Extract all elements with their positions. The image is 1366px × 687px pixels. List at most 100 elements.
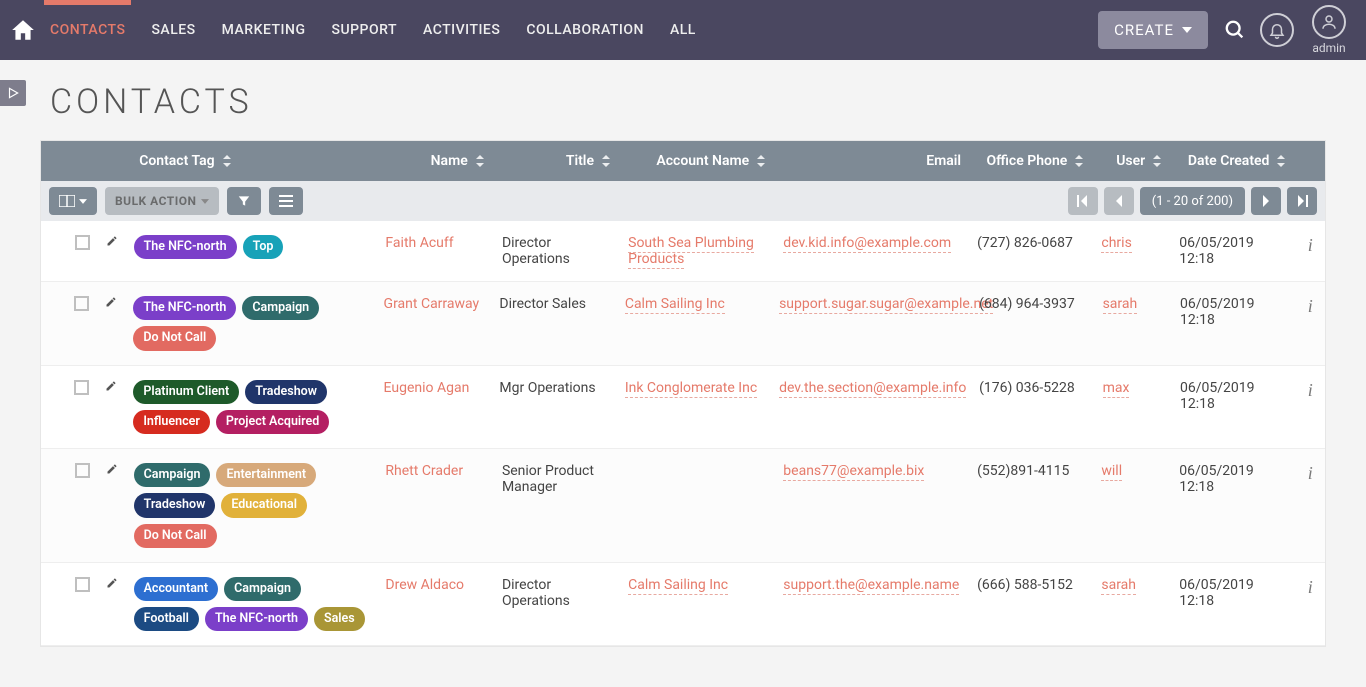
contact-name-link[interactable]: Rhett Crader xyxy=(385,463,463,479)
tag-pill[interactable]: Top xyxy=(243,235,284,259)
account-link[interactable]: South Sea Plumbing Products xyxy=(628,235,754,269)
th-email[interactable]: Email xyxy=(775,153,969,169)
contact-title: Director Operations xyxy=(494,231,620,271)
tag-pill[interactable]: The NFC-north xyxy=(133,296,236,320)
user-link[interactable]: chris xyxy=(1101,235,1131,253)
filter-button[interactable] xyxy=(227,187,261,215)
user-link[interactable]: sarah xyxy=(1103,296,1138,314)
tag-pill[interactable]: Do Not Call xyxy=(133,326,216,350)
nav-item-marketing[interactable]: MARKETING xyxy=(222,22,306,38)
pager-last-button[interactable] xyxy=(1287,187,1317,215)
row-checkbox[interactable] xyxy=(74,296,89,311)
th-title[interactable]: Title xyxy=(494,153,620,169)
nav-item-collaboration[interactable]: COLLABORATION xyxy=(526,22,644,38)
contact-name-link[interactable]: Faith Acuff xyxy=(385,235,453,251)
edit-button[interactable] xyxy=(97,376,125,398)
sort-icon xyxy=(755,155,767,167)
account-link[interactable]: Ink Conglomerate Inc xyxy=(625,380,757,398)
tag-pill[interactable]: Tradeshow xyxy=(134,493,216,517)
pager-prev-button[interactable] xyxy=(1104,187,1134,215)
pencil-icon xyxy=(106,461,118,477)
tag-pill[interactable]: Platinum Client xyxy=(133,380,239,404)
th-account[interactable]: Account Name xyxy=(620,153,775,169)
row-checkbox[interactable] xyxy=(74,380,89,395)
tag-pill[interactable]: Educational xyxy=(221,493,307,517)
tag-pill[interactable]: Project Acquired xyxy=(216,410,329,434)
contact-name-link[interactable]: Drew Aldaco xyxy=(385,577,464,593)
edit-button[interactable] xyxy=(98,231,126,253)
pager-first-button[interactable] xyxy=(1068,187,1098,215)
main-nav: CONTACTS SALES MARKETING SUPPORT ACTIVITIES C… xyxy=(50,22,696,38)
th-name[interactable]: Name xyxy=(377,153,494,169)
table-row: Platinum ClientTradeshow InfluencerProjec… xyxy=(41,366,1325,450)
contact-name-link[interactable]: Grant Carraway xyxy=(384,296,480,312)
tag-pill[interactable]: The NFC-north xyxy=(205,607,308,631)
pager-next-button[interactable] xyxy=(1251,187,1281,215)
email-link[interactable]: support.sugar.sugar@example.net xyxy=(779,296,993,314)
row-checkbox[interactable] xyxy=(75,577,90,592)
user-avatar-icon[interactable] xyxy=(1312,5,1346,39)
tag-pill[interactable]: Entertainment xyxy=(216,463,316,487)
table-header: Contact Tag Name Title Account Name Emai… xyxy=(41,141,1325,181)
nav-item-activities[interactable]: ACTIVITIES xyxy=(423,22,500,38)
table-row: AccountantCampaign FootballThe NFC-northS… xyxy=(41,563,1325,647)
search-icon[interactable] xyxy=(1224,19,1246,41)
tag-pill[interactable]: Tradeshow xyxy=(245,380,327,404)
th-date[interactable]: Date Created xyxy=(1171,153,1295,169)
tag-pill[interactable]: Sales xyxy=(314,607,365,631)
tag-pill[interactable]: Campaign xyxy=(224,577,301,601)
select-columns-button[interactable] xyxy=(49,187,97,215)
sort-icon xyxy=(1073,155,1085,167)
user-link[interactable]: will xyxy=(1101,463,1122,481)
tag-pill[interactable]: Influencer xyxy=(133,410,210,434)
tag-pill[interactable]: Campaign xyxy=(134,463,211,487)
date-value: 06/05/2019 12:18 xyxy=(1172,376,1296,416)
email-link[interactable]: support.the@example.name xyxy=(783,577,959,595)
nav-item-contacts[interactable]: CONTACTS xyxy=(50,22,125,38)
contact-title: Director Sales xyxy=(491,292,616,316)
contact-name-link[interactable]: Eugenio Agan xyxy=(384,380,470,396)
bulk-action-button[interactable]: BULK ACTION xyxy=(105,187,219,215)
prev-icon xyxy=(1114,195,1124,207)
side-toggle[interactable] xyxy=(0,80,26,106)
edit-button[interactable] xyxy=(98,573,126,595)
info-icon[interactable]: i xyxy=(1308,380,1313,401)
last-icon xyxy=(1296,195,1308,207)
email-link[interactable]: dev.kid.info@example.com xyxy=(783,235,951,253)
email-link[interactable]: beans77@example.bix xyxy=(783,463,924,481)
home-icon[interactable] xyxy=(10,17,50,43)
edit-button[interactable] xyxy=(98,459,126,481)
tag-pill[interactable]: Football xyxy=(134,607,199,631)
info-icon[interactable]: i xyxy=(1308,577,1313,598)
info-icon[interactable]: i xyxy=(1308,463,1313,484)
list-view-button[interactable] xyxy=(269,187,303,215)
th-contact-tag[interactable]: Contact Tag xyxy=(125,153,377,169)
pencil-icon xyxy=(105,378,117,394)
row-checkbox[interactable] xyxy=(75,235,90,250)
table-row: The NFC-northCampaign Do Not Call Grant Ca… xyxy=(41,282,1325,366)
pager-range: (1 - 20 of 200) xyxy=(1140,187,1245,215)
edit-button[interactable] xyxy=(97,292,125,314)
phone-value: (684) 964-3937 xyxy=(971,292,1095,316)
nav-item-sales[interactable]: SALES xyxy=(151,22,195,38)
row-checkbox[interactable] xyxy=(75,463,90,478)
info-icon[interactable]: i xyxy=(1308,296,1313,317)
first-icon xyxy=(1077,195,1089,207)
email-link[interactable]: dev.the.section@example.info xyxy=(779,380,966,398)
account-link[interactable]: Calm Sailing Inc xyxy=(628,577,728,595)
tag-pill[interactable]: Campaign xyxy=(242,296,319,320)
notifications-icon[interactable] xyxy=(1260,13,1294,47)
tag-pill[interactable]: The NFC-north xyxy=(134,235,237,259)
tag-pill[interactable]: Do Not Call xyxy=(134,524,217,548)
nav-item-support[interactable]: SUPPORT xyxy=(331,22,397,38)
user-link[interactable]: max xyxy=(1103,380,1130,398)
info-icon[interactable]: i xyxy=(1308,235,1313,256)
th-phone[interactable]: Office Phone xyxy=(969,153,1093,169)
account-link[interactable]: Calm Sailing Inc xyxy=(625,296,725,314)
user-link[interactable]: sarah xyxy=(1101,577,1136,595)
th-user[interactable]: User xyxy=(1093,153,1171,169)
nav-item-all[interactable]: ALL xyxy=(670,22,696,38)
create-button[interactable]: CREATE xyxy=(1098,11,1208,49)
date-value: 06/05/2019 12:18 xyxy=(1171,231,1295,271)
tag-pill[interactable]: Accountant xyxy=(134,577,219,601)
